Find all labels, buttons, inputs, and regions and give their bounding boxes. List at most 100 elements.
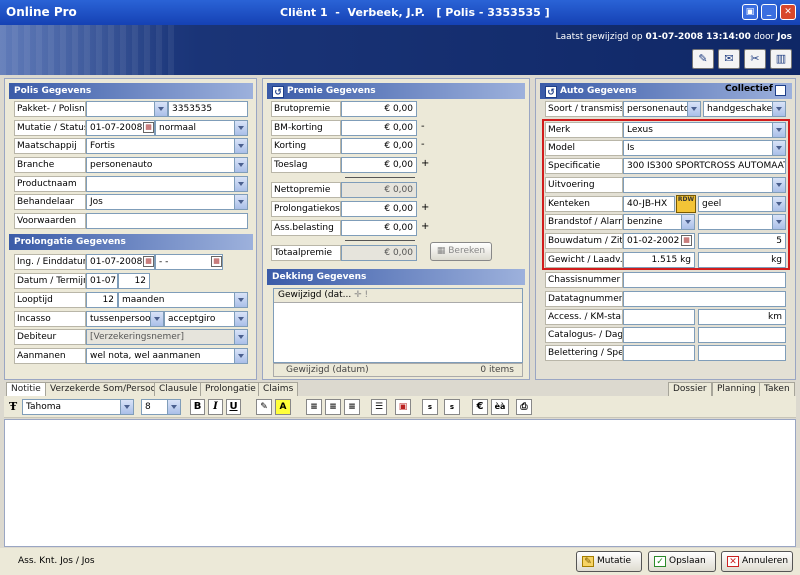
km-stand-field[interactable]: km [698,309,786,325]
opslaan-button[interactable]: ✓ Opslaan [648,551,716,572]
tab-claims[interactable]: Claims [258,382,299,396]
kenteken-field[interactable]: 40-JB-HX [623,196,675,212]
edit-pen-icon[interactable]: ✎ [692,49,714,69]
superscript-icon[interactable]: s [444,399,460,415]
tab-dossier[interactable]: Dossier [668,382,712,396]
prolongatiekosten-field[interactable]: € 0,00 [341,201,417,217]
uitvoering-select[interactable] [623,177,786,193]
sum-divider [345,240,415,241]
branche-select[interactable]: personenauto [86,157,248,173]
incasso-type-select[interactable]: acceptgiro [164,311,248,327]
dekking-list[interactable]: Gewijzigd (dat... ✛ ! [273,288,523,363]
assbelasting-field[interactable]: € 0,00 [341,220,417,236]
model-select[interactable]: Is [623,140,786,156]
premie-section-header: ↺ Premie Gegevens [267,83,525,99]
euro-symbol-icon[interactable]: € [472,399,488,415]
insert-image-icon[interactable]: ▣ [395,399,411,415]
bereken-button[interactable]: ▦ Bereken [430,242,492,261]
dekking-column-header[interactable]: Gewijzigd (dat... ✛ ! [274,289,522,303]
close-button[interactable]: ✕ [780,4,796,20]
brutopremie-field[interactable]: € 0,00 [341,101,417,117]
subscript-icon[interactable]: s [422,399,438,415]
calendar-icon[interactable]: ▦ [143,256,154,267]
datum-field[interactable]: 01-07 [86,273,118,289]
transmissie-select[interactable]: handgeschakeld [703,101,786,117]
book-icon[interactable]: ▥ [770,49,792,69]
mutatie-button[interactable]: ✎ Mutatie [576,551,642,572]
incasso-select[interactable]: tussenpersoon [86,311,164,327]
belettering-spec-field[interactable] [698,345,786,361]
attachment-icon[interactable]: ✂ [744,49,766,69]
catalogus-label: Catalogus- / Dagw. [545,327,623,343]
termijn-field[interactable]: 12 [118,273,150,289]
chassis-field[interactable] [623,272,786,288]
calendar-icon[interactable]: ▦ [143,122,154,133]
text-color-icon[interactable]: A [275,399,291,415]
productnaam-select[interactable] [86,176,248,192]
highlight-color-icon[interactable]: ✎ [256,399,272,415]
align-left-icon[interactable]: ≡ [306,399,322,415]
notitie-editor[interactable] [4,419,796,547]
collectief-checkbox[interactable] [775,85,786,96]
font-name-select[interactable]: Tahoma [22,399,134,415]
nettopremie-label: Nettopremie [271,182,341,198]
font-size-select[interactable]: 8 [141,399,181,415]
behandelaar-select[interactable]: Jos [86,194,248,210]
print-icon[interactable]: ⎙ [516,399,532,415]
notes-icon[interactable]: ✉ [718,49,740,69]
gewicht-field[interactable]: 1.515 kg [623,252,695,268]
pakket-select[interactable] [86,101,168,117]
align-center-icon[interactable]: ≡ [325,399,341,415]
tab-verzekerde-som[interactable]: Verzekerde Som/Persoon [45,382,167,396]
looptijd-unit-select[interactable]: maanden [118,292,248,308]
aanmanen-label: Aanmanen [14,348,86,364]
underline-button[interactable]: U [226,399,241,415]
font-icon: Ŧ [9,400,18,413]
tab-notitie[interactable]: Notitie [6,382,46,396]
tab-clausule[interactable]: Clausule [154,382,203,396]
voorwaarden-field[interactable] [86,213,248,229]
merk-select[interactable]: Lexus [623,122,786,138]
debiteur-select[interactable]: [Verzekeringsnemer] [86,329,248,345]
status-select[interactable]: normaal [155,120,248,136]
rdw-lookup-icon[interactable]: RDW [676,195,696,213]
bold-button[interactable]: B [190,399,205,415]
dekking-footer: Gewijzigd (datum) 0 items [273,363,523,377]
maatschappij-select[interactable]: Fortis [86,138,248,154]
prolongatie-section-header: Prolongatie Gegevens [9,234,253,250]
aanmanen-select[interactable]: wel nota, wel aanmanen [86,348,248,364]
datatag-field[interactable] [623,291,786,307]
special-chars-icon[interactable]: èà [491,399,509,415]
system-menu-button[interactable]: ▣ [742,4,758,20]
italic-button[interactable]: I [208,399,223,415]
kleur-select[interactable]: geel [698,196,786,212]
calendar-icon[interactable]: ▦ [211,256,222,267]
annuleren-button[interactable]: ✕ Annuleren [721,551,793,572]
bm-korting-field[interactable]: € 0,00 [341,120,417,136]
tab-prolongatie[interactable]: Prolongatie [200,382,261,396]
looptijd-field[interactable]: 12 [86,292,118,308]
polisnr-field[interactable]: 3353535 [168,101,248,117]
tab-planning[interactable]: Planning [712,382,761,396]
app-header: Laatst gewijzigd op 01-07-2008 13:14:00 … [0,25,800,75]
specificatie-field[interactable]: 300 IS300 SPORTCROSS AUTOMAAT [623,158,786,174]
minimize-button[interactable]: _ [761,4,777,20]
dagwaarde-field[interactable] [698,327,786,343]
assbelasting-label: Ass.belasting [271,220,341,236]
calendar-icon[interactable]: ▦ [681,235,692,246]
soort-select[interactable]: personenauto [623,101,701,117]
tab-taken[interactable]: Taken [759,382,795,396]
catalogus-field[interactable] [623,327,695,343]
align-right-icon[interactable]: ≡ [344,399,360,415]
accessoires-field[interactable] [623,309,695,325]
calculator-icon: ▦ [436,246,449,256]
alarm-select[interactable] [698,214,786,230]
zitplaatsen-field[interactable]: 5 [698,233,786,249]
plus-sign: + [421,202,430,213]
belettering-field[interactable] [623,345,695,361]
laadvermogen-field[interactable]: kg [698,252,786,268]
bullet-list-icon[interactable]: ☰ [371,399,387,415]
brandstof-select[interactable]: benzine [623,214,695,230]
korting-field[interactable]: € 0,00 [341,138,417,154]
toeslag-field[interactable]: € 0,00 [341,157,417,173]
